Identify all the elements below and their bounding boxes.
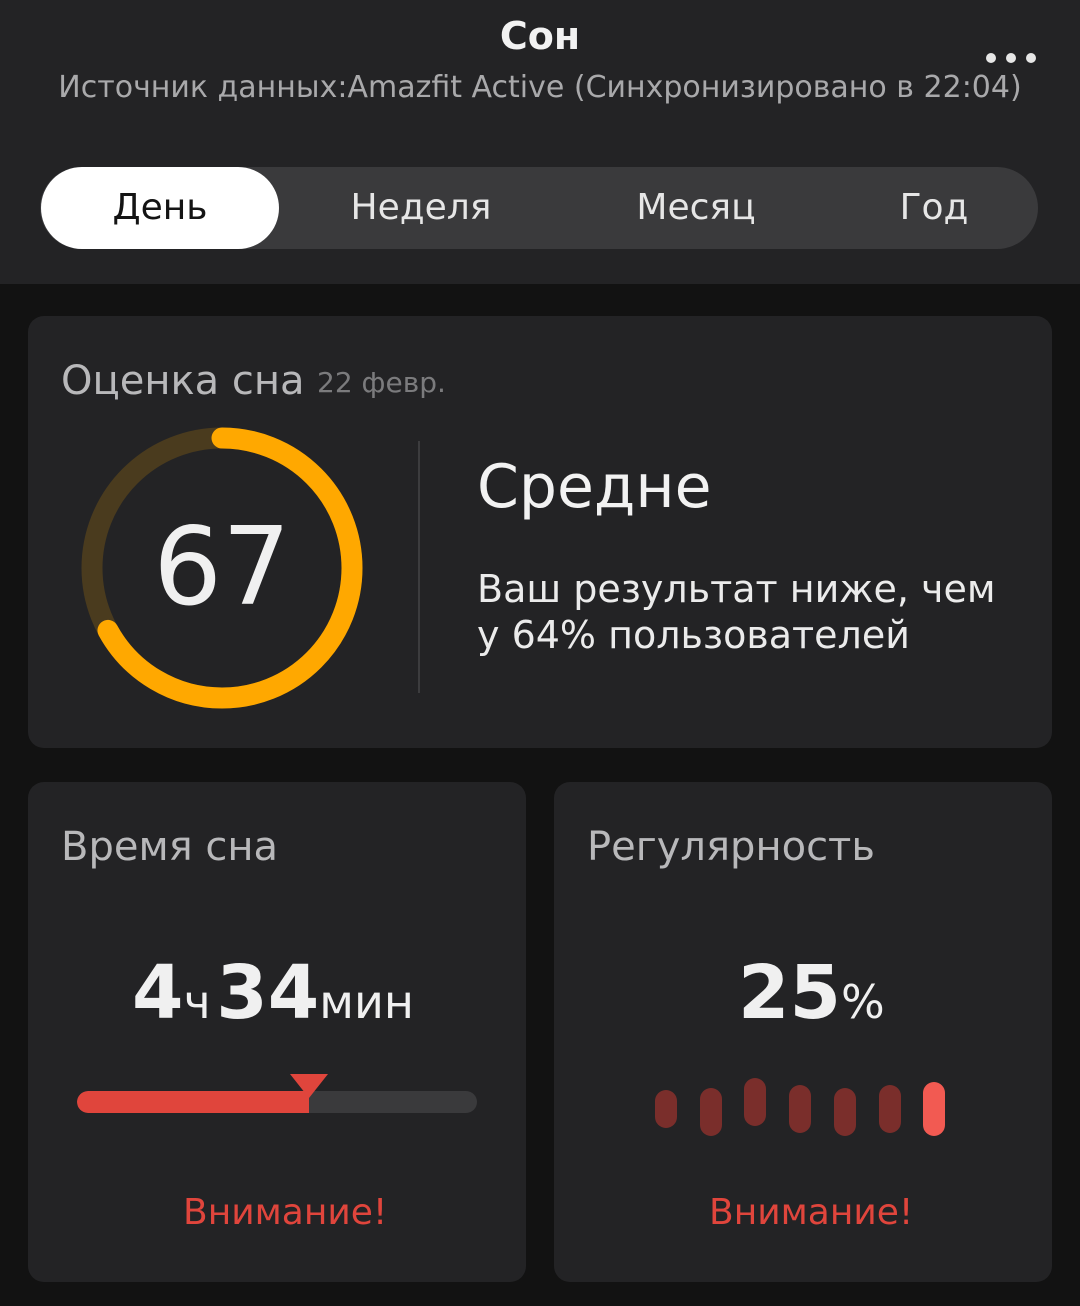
sleep-comparison-text: Ваш результат ниже, чем у 64% пользовате… — [477, 567, 996, 657]
sleep-time-title: Время сна — [61, 824, 279, 870]
tab-month[interactable]: Месяц — [596, 167, 796, 249]
header: Сон Источник данных:Amazfit Active (Синх… — [0, 0, 1080, 284]
regularity-chart — [655, 1066, 955, 1136]
sleep-score-date: 22 февр. — [317, 366, 446, 399]
sleep-hours: 4 — [132, 950, 184, 1036]
regularity-pill — [699, 1088, 722, 1136]
tab-week[interactable]: Неделя — [322, 167, 520, 249]
sleep-time-marker-icon — [290, 1074, 328, 1098]
sleep-score-title: Оценка сна — [61, 358, 305, 404]
regularity-pill — [878, 1085, 901, 1133]
sleep-time-warning: Внимание! — [183, 1192, 388, 1233]
sleep-time-bar-fill — [77, 1091, 309, 1113]
regularity-pill — [744, 1077, 767, 1126]
sleep-score-ring: 67 — [80, 426, 364, 710]
regularity-value: 25% — [738, 950, 885, 1036]
more-dot — [1006, 53, 1016, 63]
page-title: Сон — [499, 14, 581, 58]
sleep-minutes-unit: мин — [319, 975, 414, 1029]
score-divider — [418, 441, 420, 693]
sleep-score-value: 67 — [153, 505, 291, 630]
regularity-number: 25 — [738, 950, 841, 1036]
regularity-pill — [655, 1090, 677, 1128]
regularity-title: Регулярность — [587, 824, 875, 870]
sleep-duration: 4ч 34мин — [132, 950, 414, 1036]
tab-day[interactable]: День — [41, 167, 279, 249]
regularity-pill — [789, 1085, 812, 1133]
period-tabs: День Неделя Месяц Год — [40, 167, 1038, 249]
regularity-pill — [923, 1082, 946, 1136]
more-dot — [1026, 53, 1036, 63]
sleep-rating: Средне — [477, 452, 712, 522]
regularity-unit: % — [840, 975, 885, 1029]
regularity-warning: Внимание! — [709, 1192, 914, 1233]
more-icon[interactable] — [986, 50, 1036, 66]
data-source-label: Источник данных:Amazfit Active (Синхрони… — [58, 70, 1022, 105]
regularity-pill — [833, 1088, 856, 1136]
sleep-time-bar — [77, 1091, 477, 1113]
sleep-minutes: 34 — [216, 950, 320, 1036]
sleep-hours-unit: ч — [183, 975, 211, 1029]
more-dot — [986, 53, 996, 63]
tab-year[interactable]: Год — [850, 167, 1018, 249]
